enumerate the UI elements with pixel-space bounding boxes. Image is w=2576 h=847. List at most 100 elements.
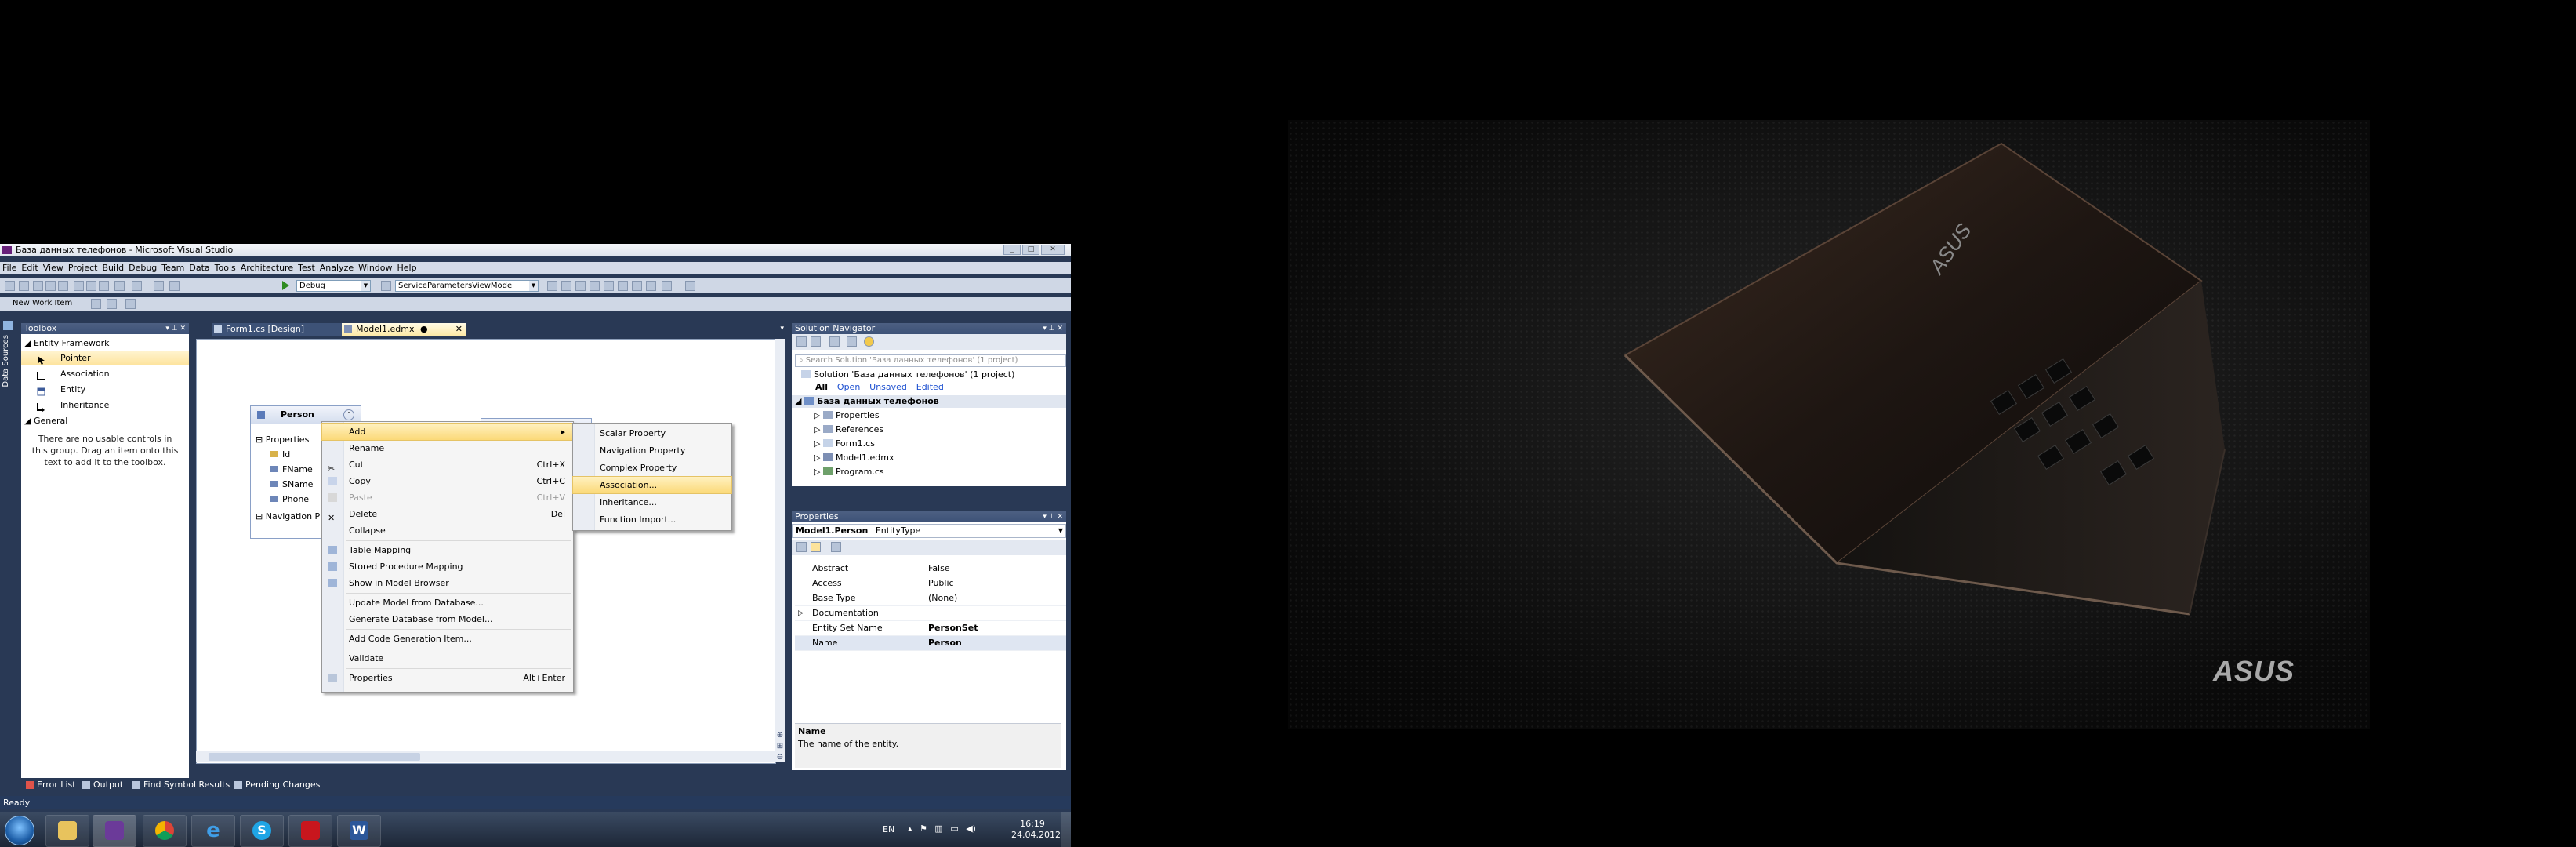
property-row-access[interactable]: Access Public	[795, 576, 1066, 591]
power-icon[interactable]: ▭	[950, 823, 958, 834]
menu-edit[interactable]: Edit	[19, 262, 40, 274]
expand-arrow-icon[interactable]: ▷	[798, 606, 804, 620]
taskbar-chrome[interactable]	[143, 815, 187, 847]
undo-icon[interactable]	[114, 281, 125, 291]
property-row-entity-set-name[interactable]: Entity Set Name PersonSet	[795, 621, 1066, 636]
data-sources-strip[interactable]: Data Sources	[0, 316, 16, 779]
show-hidden-icons-icon[interactable]: ▴	[908, 823, 912, 834]
menu-team[interactable]: Team	[159, 262, 187, 274]
close-tab-icon[interactable]: ✕	[455, 323, 463, 336]
solution-config-select[interactable]: Debug ▼	[296, 280, 371, 292]
zoom-in-icon[interactable]: ⊕	[775, 731, 785, 740]
start-page-icon[interactable]	[604, 281, 614, 291]
extension-manager-icon[interactable]	[618, 281, 628, 291]
tree-references[interactable]: ▷ References	[814, 424, 883, 436]
close-button[interactable]: ✕	[1041, 245, 1065, 255]
submenu-item-navigation-property[interactable]: Navigation Property	[573, 442, 731, 459]
property-object-select[interactable]: Model1.Person EntityType ▼	[792, 524, 1066, 538]
add-item-icon[interactable]	[19, 281, 29, 291]
filter-all[interactable]: All	[815, 382, 828, 392]
save-all-icon[interactable]	[58, 281, 68, 291]
back-icon[interactable]	[796, 336, 807, 347]
property-value[interactable]: False	[928, 562, 950, 576]
work-item-query-icon[interactable]	[91, 299, 101, 309]
menu-item-add-code-generation[interactable]: Add Code Generation Item...	[322, 631, 573, 647]
menu-item-collapse[interactable]: Collapse	[322, 522, 573, 539]
menu-item-cut[interactable]: ✂ Cut Ctrl+X	[322, 456, 573, 474]
property-value[interactable]: PersonSet	[928, 621, 978, 635]
menu-view[interactable]: View	[41, 262, 66, 274]
toolbar-options-icon[interactable]	[685, 281, 695, 291]
forward-icon[interactable]	[811, 336, 821, 347]
server-explorer-icon[interactable]	[646, 281, 656, 291]
vertical-scrollbar[interactable]: ⊕ ⊞ ⊖	[775, 339, 785, 762]
language-indicator[interactable]: EN	[883, 824, 894, 847]
submenu-item-inheritance[interactable]: Inheritance...	[573, 494, 731, 511]
taskbar-word[interactable]: W	[337, 815, 381, 847]
property-fname[interactable]: FName	[270, 464, 313, 474]
menu-architecture[interactable]: Architecture	[238, 262, 296, 274]
alphabetical-icon[interactable]	[811, 542, 821, 552]
taskbar-skype[interactable]: S	[240, 815, 284, 847]
more-tools-icon[interactable]	[662, 281, 672, 291]
property-row-base-type[interactable]: Base Type (None)	[795, 591, 1066, 606]
toolbox-item-association[interactable]: Association	[21, 366, 189, 381]
menu-item-table-mapping[interactable]: Table Mapping	[322, 542, 573, 558]
menu-item-show-in-model-browser[interactable]: Show in Model Browser	[322, 575, 573, 591]
toolbox-item-inheritance[interactable]: Inheritance	[21, 398, 189, 413]
property-sname[interactable]: SName	[270, 479, 313, 489]
pane-pin-icon[interactable]: ▾ ⊥ ✕	[1043, 323, 1063, 334]
toolbox-item-entity[interactable]: Entity	[21, 382, 189, 397]
navigate-forward-icon[interactable]	[169, 281, 180, 291]
property-pages-icon[interactable]	[831, 542, 841, 552]
menu-item-properties[interactable]: Properties Alt+Enter	[322, 670, 573, 686]
menu-tools[interactable]: Tools	[212, 262, 238, 274]
submenu-item-complex-property[interactable]: Complex Property	[573, 460, 731, 476]
clock[interactable]: 16:19 24.04.2012	[1011, 819, 1061, 847]
toolbox-group-general[interactable]: ◢ General	[24, 413, 67, 428]
network-icon[interactable]: ▥	[934, 823, 942, 834]
submenu-item-scalar-property[interactable]: Scalar Property	[573, 425, 731, 442]
zoom-out-icon[interactable]: ⊖	[775, 753, 785, 762]
pane-pin-icon[interactable]: ▾ ⊥ ✕	[165, 323, 186, 334]
start-debugging-icon[interactable]	[282, 281, 289, 290]
tab-form1-design[interactable]: Form1.cs [Design]	[212, 323, 343, 336]
sync-icon[interactable]	[847, 336, 857, 347]
minimize-button[interactable]: _	[1003, 245, 1021, 255]
solution-search-input[interactable]: ⌕ Search Solution 'База данных телефонов…	[795, 354, 1066, 367]
property-row-abstract[interactable]: Abstract False	[795, 562, 1066, 576]
property-row-name[interactable]: Name Person	[795, 636, 1066, 651]
section-properties[interactable]: ⊟ Properties	[256, 434, 309, 445]
zoom-fit-icon[interactable]: ⊞	[775, 742, 785, 751]
tree-program[interactable]: ▷ Program.cs	[814, 466, 884, 478]
paste-icon[interactable]	[99, 281, 109, 291]
find-combo[interactable]: ServiceParametersViewModel ▼	[395, 280, 539, 292]
tab-find-symbol-results[interactable]: Find Symbol Results	[131, 779, 230, 791]
go-to-work-item-icon[interactable]	[107, 299, 117, 309]
object-browser-icon[interactable]	[575, 281, 586, 291]
menu-debug[interactable]: Debug	[126, 262, 159, 274]
tree-properties[interactable]: ▷ Properties	[814, 409, 880, 422]
menu-item-generate-database[interactable]: Generate Database from Model...	[322, 611, 573, 627]
menu-window[interactable]: Window	[356, 262, 394, 274]
command-window-icon[interactable]	[632, 281, 642, 291]
smiley-feedback-icon[interactable]	[864, 336, 874, 347]
tree-form1[interactable]: ▷ Form1.cs	[814, 438, 875, 450]
property-row-documentation[interactable]: ▷ Documentation	[795, 606, 1066, 621]
find-icon[interactable]	[381, 281, 391, 291]
property-value[interactable]: (None)	[928, 591, 957, 605]
tab-overflow-icon[interactable]: ▾	[780, 325, 784, 333]
menu-file[interactable]: File	[0, 262, 19, 274]
redo-icon[interactable]	[132, 281, 142, 291]
properties-window-icon[interactable]	[561, 281, 571, 291]
save-icon[interactable]	[45, 281, 56, 291]
menu-item-add[interactable]: Add ▸	[321, 423, 574, 441]
tab-model1-edmx[interactable]: Model1.edmx ● ✕	[342, 323, 466, 336]
property-id[interactable]: Id	[270, 449, 290, 460]
new-project-icon[interactable]	[5, 281, 15, 291]
categorized-icon[interactable]	[796, 542, 807, 552]
navigate-icon[interactable]	[154, 281, 164, 291]
taskbar-visual-studio[interactable]	[93, 815, 136, 847]
menu-item-copy[interactable]: Copy Ctrl+C	[322, 473, 573, 489]
menu-data[interactable]: Data	[187, 262, 212, 274]
